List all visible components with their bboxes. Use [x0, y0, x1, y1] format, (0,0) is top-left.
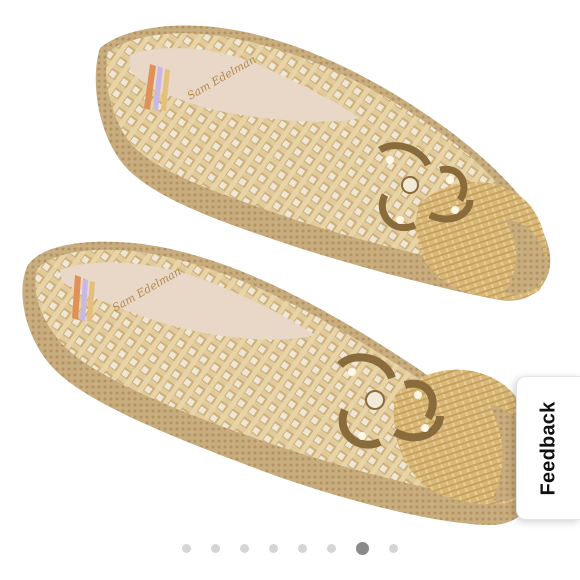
carousel-dot[interactable]: [211, 543, 220, 553]
carousel-dot[interactable]: [269, 543, 278, 553]
feedback-label: Feedback: [537, 401, 560, 495]
feedback-button[interactable]: Feedback: [516, 376, 580, 520]
product-image: Sam Edelman Sam Edelman: [22, 25, 551, 525]
carousel-dot[interactable]: [298, 543, 307, 553]
carousel-dot[interactable]: [356, 541, 369, 555]
carousel-dot[interactable]: [240, 543, 249, 553]
carousel-dots: [0, 540, 580, 556]
carousel-dot[interactable]: [182, 543, 191, 553]
carousel-dot[interactable]: [327, 543, 336, 553]
product-gallery: Sam Edelman Sam Edelman Feedback: [0, 0, 580, 580]
carousel-dot[interactable]: [389, 543, 398, 553]
